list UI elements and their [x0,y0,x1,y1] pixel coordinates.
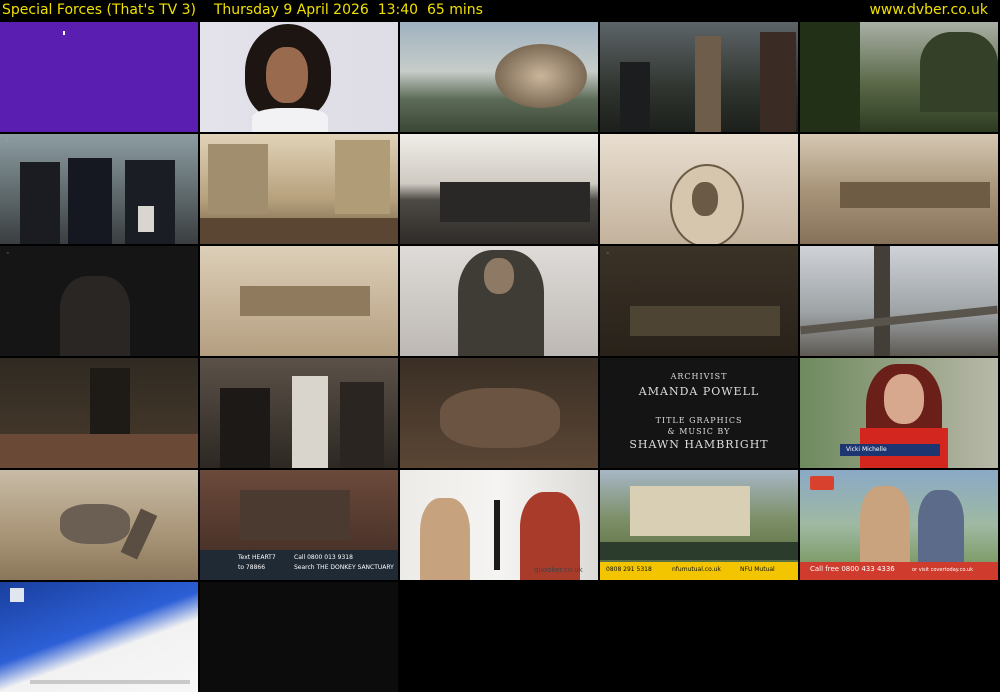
thumbnail-14[interactable]: ◦ [600,246,798,356]
thumbnail-2[interactable] [200,22,398,132]
battlefield-detail [630,306,780,336]
credit-name: SHAWN HAMBRIGHT [629,438,769,451]
credit-role: & MUSIC BY [667,427,731,436]
brand-url: quooker.co.uk [534,566,583,574]
thumbnail-6[interactable]: ◦ [0,134,198,244]
thumbnail-17[interactable] [200,358,398,468]
call-number: Call 0800 013 9318 [294,554,353,561]
channel-watermark: ◦ [6,250,10,257]
thumbnail-4[interactable] [600,22,798,132]
channel-watermark: ◦ [6,138,10,145]
credit-name: AMANDA POWELL [638,385,760,398]
thumbnail-13[interactable] [400,246,598,356]
qr-code [10,588,24,602]
thumbnail-19[interactable]: ARCHIVIST AMANDA POWELL TITLE GRAPHICS &… [600,358,798,468]
thumbnail-10[interactable] [800,134,998,244]
crowd-sketch [200,218,398,244]
shirt-shape [252,108,328,132]
thumbnail-27[interactable] [200,582,398,692]
thumbnail-1[interactable] [0,22,198,132]
search-label: Search THE DONKEY SANCTUARY [294,564,394,571]
thumbnail-25[interactable]: Call free 0800 433 4336 or visit coverto… [800,470,998,580]
army-formation-sketch [840,182,990,208]
small-print [30,680,190,684]
soldier-figure [20,162,60,244]
battle-line-sketch [440,182,590,222]
thumbnail-7[interactable] [200,134,398,244]
woman-figure [860,486,910,566]
cursor-mark [63,31,65,35]
thumbnail-16[interactable] [0,358,198,468]
thumbnail-18[interactable] [400,358,598,468]
crowd-figure [220,388,270,468]
broadcast-title: Special Forces (That's TV 3) Thursday 9 … [2,0,483,20]
header-bar: Special Forces (That's TV 3) Thursday 9 … [0,0,1000,22]
channel-watermark: ◦ [206,250,210,257]
thumbnail-9[interactable] [600,134,798,244]
ad-phone: Call free 0800 433 4336 [810,565,895,573]
cottage-shape [630,486,750,536]
lower-third-name: Vicki Michelle [846,446,887,453]
ad-brand: NFU Mutual [740,566,775,573]
thumbnail-12[interactable]: ◦ [200,246,398,356]
fence-rail [800,305,998,335]
crowd-figure [340,382,384,468]
thumbnail-15[interactable] [800,246,998,356]
donkey-shape [60,504,130,544]
face-shape [266,47,308,103]
soldier-figure [760,32,796,132]
text-to-donate: Text HEART7 [238,554,276,561]
channel-title: Special Forces (That's TV 3) [2,2,197,18]
channel-watermark: ◦ [606,250,610,257]
thumbnail-23[interactable]: quooker.co.uk [400,470,598,580]
tree-shape [800,22,860,132]
building-sketch [335,140,390,214]
tap-shape [494,500,500,570]
man-figure [918,490,964,566]
ad-site: nfumutual.co.uk [672,566,721,573]
bandage-detail [138,206,154,232]
portrait-face [692,182,718,216]
vignette-photo [495,44,587,108]
horses-detail [0,434,198,468]
thumbnail-3[interactable] [400,22,598,132]
soldier-figure [68,158,112,244]
site-link[interactable]: www.dvber.co.uk [869,0,988,20]
soldier-figure [620,62,650,132]
ad-phone: 0808 291 5318 [606,566,652,573]
tree-shape [920,32,998,112]
thumbnail-8[interactable] [400,134,598,244]
troops-sketch [240,286,370,316]
thumbnail-21[interactable] [0,470,198,580]
close-up-detail [440,388,560,448]
thumbnail-24[interactable]: 0808 291 5318 nfumutual.co.uk NFU Mutual [600,470,798,580]
face-shape [884,374,924,424]
credit-role: TITLE GRAPHICS [655,416,743,425]
donkeys-shape [240,490,350,540]
thumbnail-5[interactable] [800,22,998,132]
building-sketch [208,144,268,214]
thumbnail-11[interactable]: ◦ [0,246,198,356]
screenshot-grid: ◦ ◦ ◦ ◦ ARCHIVIST AMANDA POWELL TITLE GR… [0,22,1000,692]
broadcast-info: Thursday 9 April 2026 13:40 65 mins [196,2,483,18]
brand-logo [810,476,834,490]
officer-face [484,258,514,294]
fence-post [874,246,890,356]
thumbnail-26[interactable] [0,582,198,692]
ad-info-panel [600,542,798,560]
credit-role: ARCHIVIST [670,372,728,381]
woman-white-dress [292,376,328,468]
ad-site: or visit covertoday.co.uk [912,567,973,573]
soldier-figure [695,36,721,132]
thumbnail-22[interactable]: Text HEART7 to 78866 Call 0800 013 9318 … [200,470,398,580]
woman-figure [420,498,470,580]
rider-figure [90,368,130,438]
portrait-silhouette [60,276,130,356]
text-number: to 78866 [238,564,266,571]
thumbnail-20[interactable]: Vicki Michelle [800,358,998,468]
